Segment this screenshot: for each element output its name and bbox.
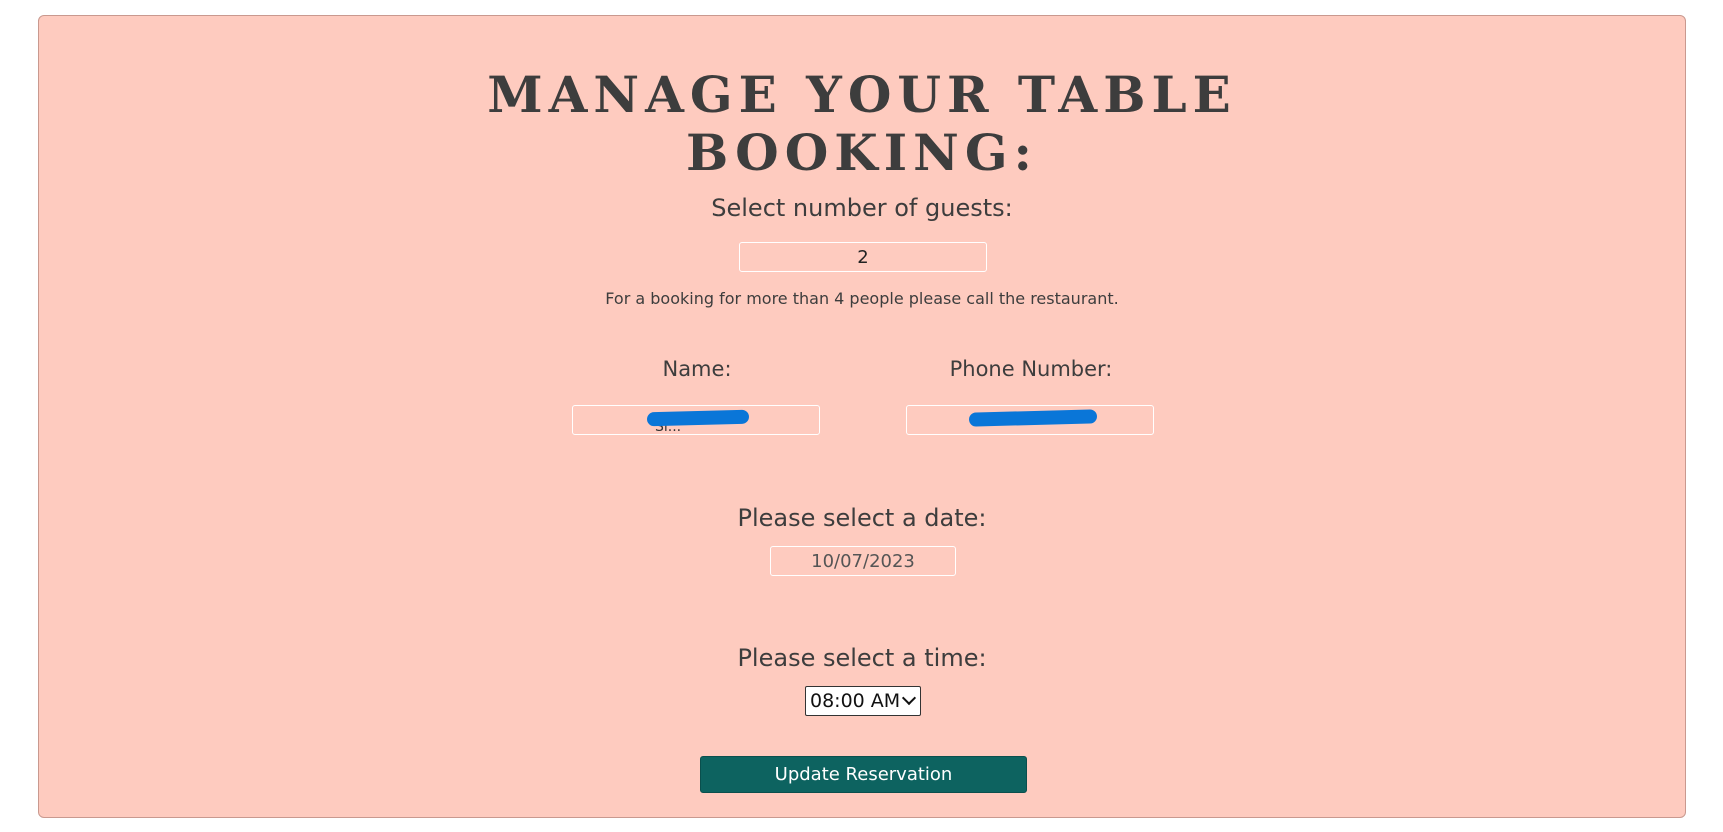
update-reservation-button[interactable]: Update Reservation xyxy=(700,756,1027,793)
chevron-down-icon xyxy=(901,690,917,706)
date-label: Please select a date: xyxy=(737,504,987,532)
guests-note: For a booking for more than 4 people ple… xyxy=(605,289,1119,308)
name-redaction xyxy=(646,409,750,427)
date-input[interactable] xyxy=(770,546,956,576)
page-title: MANAGE YOUR TABLE BOOKING: xyxy=(39,66,1685,182)
phone-redaction xyxy=(968,409,1098,427)
time-label: Please select a time: xyxy=(737,644,987,672)
time-select-value: 08:00 AM xyxy=(810,690,901,712)
title-line-2: BOOKING: xyxy=(685,123,1038,182)
booking-panel: MANAGE YOUR TABLE BOOKING: Select number… xyxy=(38,15,1686,818)
update-reservation-label: Update Reservation xyxy=(774,764,953,785)
name-field[interactable]: Si... xyxy=(572,405,820,435)
name-label: Name: xyxy=(662,357,732,381)
title-line-1: MANAGE YOUR TABLE xyxy=(487,65,1237,124)
guests-input[interactable] xyxy=(739,242,987,272)
time-select[interactable]: 08:00 AM xyxy=(805,686,921,716)
phone-field[interactable] xyxy=(906,405,1154,435)
phone-label: Phone Number: xyxy=(949,357,1113,381)
guests-label: Select number of guests: xyxy=(711,194,1013,222)
